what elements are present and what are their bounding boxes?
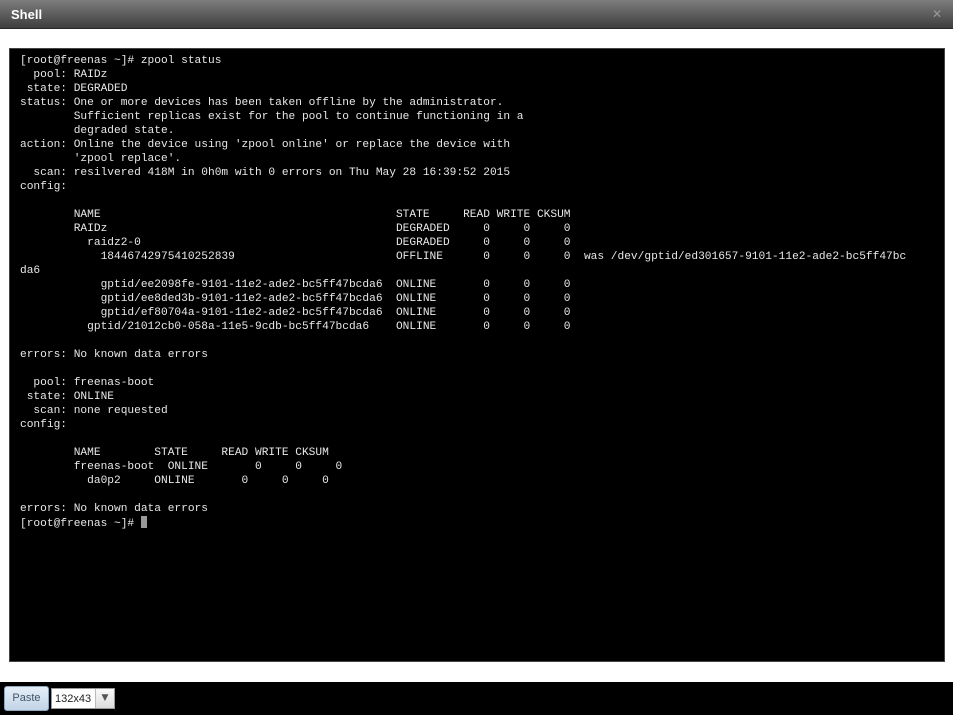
terminal-cursor [140, 516, 147, 528]
terminal-prompt: [root@freenas ~]# [20, 518, 141, 530]
window-title: Shell [11, 7, 43, 22]
paste-button[interactable]: Paste [4, 686, 49, 711]
close-icon[interactable]: ✕ [931, 8, 943, 20]
terminal[interactable]: [root@freenas ~]# zpool status pool: RAI… [9, 48, 945, 662]
bottom-toolbar: Paste 132x43 ▼ [0, 682, 953, 715]
chevron-down-icon[interactable]: ▼ [95, 689, 114, 708]
content-area: [root@freenas ~]# zpool status pool: RAI… [0, 29, 953, 682]
terminal-size-select[interactable]: 132x43 ▼ [51, 688, 115, 709]
title-bar[interactable]: Shell ✕ [0, 0, 953, 29]
terminal-text: [root@freenas ~]# zpool status pool: RAI… [20, 55, 907, 515]
shell-window: Shell ✕ [root@freenas ~]# zpool status p… [0, 0, 953, 715]
terminal-size-value: 132x43 [55, 693, 92, 705]
terminal-output: [root@freenas ~]# zpool status pool: RAI… [20, 54, 906, 531]
